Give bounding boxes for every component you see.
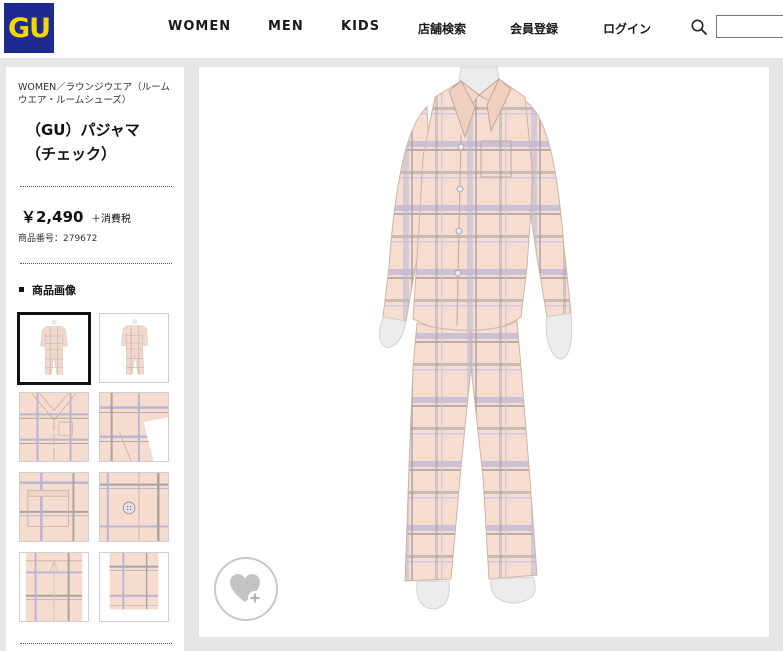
thumbnail-full-angle[interactable] (99, 313, 169, 383)
pajama-button-closeup-image (100, 473, 168, 541)
pajama-top-closeup-image (20, 393, 88, 461)
bullet-icon (19, 287, 24, 292)
pajama-full-angle-image (100, 314, 168, 382)
product-title-line-1: （GU）パジャマ (26, 121, 140, 139)
thumbnail-hem-closeup[interactable] (99, 552, 169, 622)
site-header: GU WOMEN MEN KIDS 店舗検索 会員登録 ログイン (0, 0, 783, 58)
pajama-hem-closeup-image (100, 553, 168, 621)
divider (20, 643, 172, 644)
pajama-pocket-closeup-image (20, 473, 88, 541)
gallery-section-title: 商品画像 (32, 284, 76, 297)
breadcrumb[interactable]: WOMEN／ラウンジウエア（ルームウエア・ルームシューズ） (18, 81, 176, 107)
product-code: 商品番号：279672 (18, 234, 98, 244)
heart-plus-icon (230, 574, 262, 605)
nav-men[interactable]: MEN (268, 19, 304, 34)
search-icon[interactable] (690, 18, 708, 36)
thumbnail-top-closeup[interactable] (19, 392, 89, 462)
product-price: ￥2,490 (21, 208, 84, 226)
gu-logo[interactable]: GU (4, 3, 54, 53)
pajama-full-front-image (20, 315, 88, 382)
pajama-sleeve-closeup-image (100, 393, 168, 461)
thumbnail-pocket-closeup[interactable] (19, 472, 89, 542)
thumbnail-waist-closeup[interactable] (19, 552, 89, 622)
divider (20, 263, 172, 264)
thumbnail-sleeve-closeup[interactable] (99, 392, 169, 462)
nav-register[interactable]: 会員登録 (510, 20, 558, 37)
divider (20, 186, 172, 187)
logo-text: GU (7, 12, 51, 44)
search-input[interactable] (716, 15, 783, 38)
main-product-image-panel (199, 67, 769, 637)
pajama-main-image (379, 67, 573, 610)
nav-women[interactable]: WOMEN (168, 19, 231, 34)
nav-kids[interactable]: KIDS (341, 19, 380, 34)
product-info-sidebar: WOMEN／ラウンジウエア（ルームウエア・ルームシューズ） （GU）パジャマ （… (6, 67, 184, 651)
nav-store-search[interactable]: 店舗検索 (418, 20, 466, 37)
nav-login[interactable]: ログイン (603, 20, 651, 37)
tax-note: ＋消費税 (91, 214, 131, 225)
add-to-favorites-button[interactable] (214, 557, 278, 621)
pajama-waist-closeup-image (20, 553, 88, 621)
thumbnail-full-front[interactable] (17, 312, 91, 385)
product-title: （GU）パジャマ （チェック） (26, 118, 176, 166)
thumbnail-button-closeup[interactable] (99, 472, 169, 542)
product-title-line-2: （チェック） (26, 145, 117, 163)
